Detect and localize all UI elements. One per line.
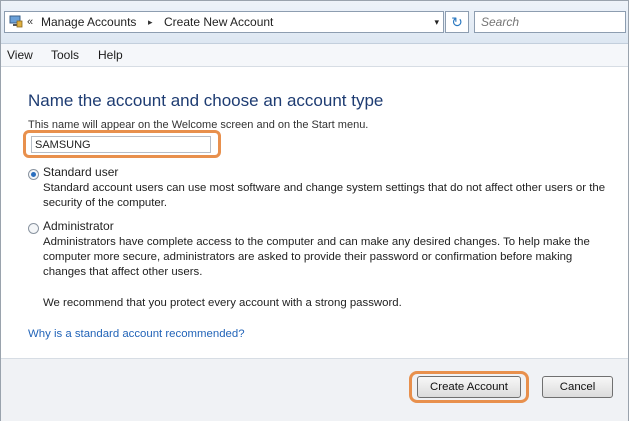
standard-user-label[interactable]: Standard user bbox=[43, 165, 118, 179]
address-bar[interactable]: « Manage Accounts ▸ Create New Account ▾ bbox=[4, 11, 444, 33]
breadcrumb-separator-icon[interactable]: ▸ bbox=[148, 12, 153, 32]
create-account-window: « Manage Accounts ▸ Create New Account ▾… bbox=[0, 0, 629, 421]
address-dropdown-icon[interactable]: ▾ bbox=[434, 12, 439, 32]
chevron-left-icon[interactable]: « bbox=[27, 12, 33, 32]
control-panel-icon bbox=[9, 15, 23, 28]
refresh-icon[interactable]: ↻ bbox=[445, 11, 469, 33]
account-name-input[interactable] bbox=[31, 136, 211, 153]
account-name-highlight bbox=[23, 130, 221, 158]
page-title: Name the account and choose an account t… bbox=[28, 91, 384, 110]
standard-user-radio[interactable] bbox=[28, 169, 39, 180]
why-standard-account-link[interactable]: Why is a standard account recommended? bbox=[28, 328, 245, 340]
breadcrumb-create-new-account[interactable]: Create New Account bbox=[164, 12, 273, 32]
create-account-button[interactable]: Create Account bbox=[417, 376, 521, 398]
standard-user-description: Standard account users can use most soft… bbox=[43, 182, 606, 209]
address-toolbar: « Manage Accounts ▸ Create New Account ▾… bbox=[1, 1, 628, 44]
create-account-highlight: Create Account bbox=[409, 371, 529, 403]
dialog-footer: Create Account Cancel bbox=[1, 358, 628, 421]
administrator-radio[interactable] bbox=[28, 223, 39, 234]
administrator-description: Administrators have complete access to t… bbox=[43, 236, 590, 278]
search-input[interactable] bbox=[474, 11, 626, 33]
administrator-label[interactable]: Administrator bbox=[43, 219, 114, 233]
menu-view[interactable]: View bbox=[7, 44, 33, 66]
menu-bar: View Tools Help bbox=[1, 44, 628, 67]
menu-tools[interactable]: Tools bbox=[51, 44, 79, 66]
cancel-button[interactable]: Cancel bbox=[542, 376, 613, 398]
menu-help[interactable]: Help bbox=[98, 44, 123, 66]
main-content: Name the account and choose an account t… bbox=[1, 67, 628, 367]
breadcrumb-manage-accounts[interactable]: Manage Accounts bbox=[41, 12, 136, 32]
password-recommendation: We recommend that you protect every acco… bbox=[43, 297, 402, 309]
